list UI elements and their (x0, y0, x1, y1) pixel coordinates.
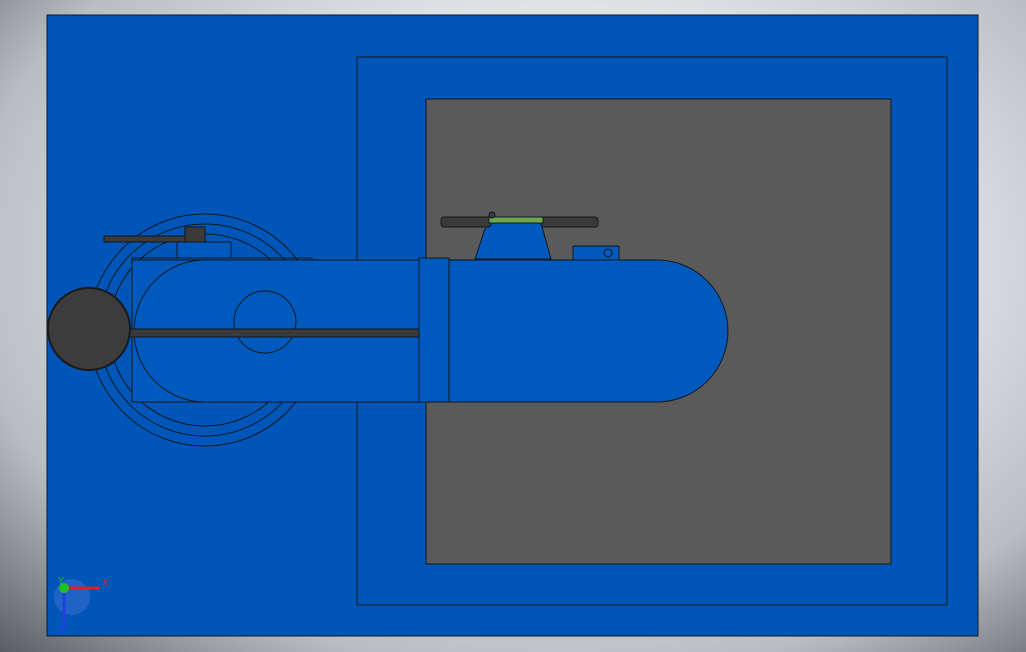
connecting-rod[interactable] (127, 328, 420, 338)
left-clamp-block[interactable] (176, 241, 232, 259)
crossbar-knob[interactable] (488, 211, 496, 219)
left-clamp-post[interactable] (184, 226, 206, 243)
graphics-viewport[interactable]: X Y Z (0, 0, 1026, 652)
axis-y-label: Y (57, 576, 65, 587)
arm-collar[interactable] (418, 257, 450, 403)
cone-mount[interactable] (474, 222, 552, 260)
axis-x-label: X (102, 578, 109, 589)
left-clamp-plate[interactable] (103, 235, 191, 243)
crossbar-center[interactable] (488, 216, 544, 224)
axis-z-label: Z (58, 626, 65, 637)
model-canvas[interactable]: X Y Z (0, 0, 1026, 652)
crossbar-right[interactable] (540, 216, 599, 228)
crossbar-left[interactable] (440, 216, 492, 228)
pivot-hub[interactable] (47, 287, 131, 371)
